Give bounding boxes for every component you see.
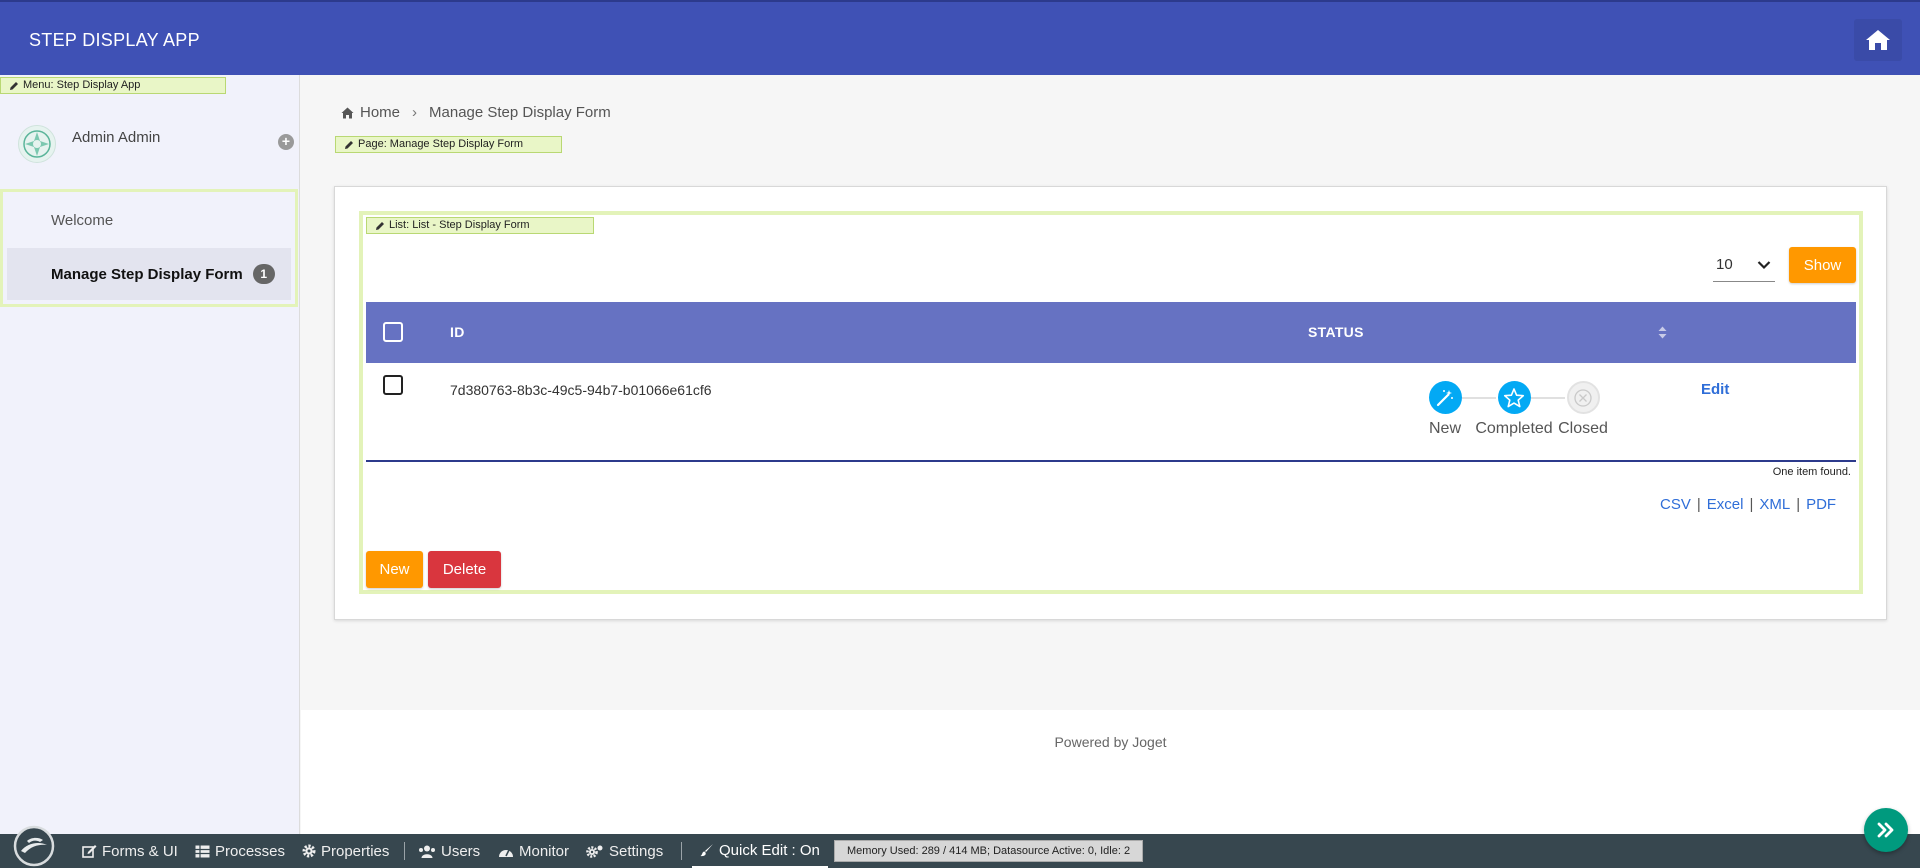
powered-by-text: Powered by Joget xyxy=(1054,734,1167,750)
export-xml-link[interactable]: XML xyxy=(1759,496,1790,513)
home-icon xyxy=(1866,30,1890,50)
status-step-indicator: New Completed Closed xyxy=(1400,381,1630,451)
app-title[interactable]: STEP DISPLAY APP xyxy=(29,30,200,51)
edit-icon xyxy=(82,845,97,858)
user-profile[interactable]: Admin Admin + xyxy=(18,125,294,169)
row-id-cell: 7d380763-8b3c-49c5-94b7-b01066e61cf6 xyxy=(450,382,712,398)
plus-icon[interactable]: + xyxy=(278,134,294,150)
sidebar-menu: Welcome Manage Step Display Form 1 xyxy=(0,189,298,307)
page-size-select[interactable]: 10 xyxy=(1713,248,1775,282)
quick-edit-menu-label: Menu: Step Display App xyxy=(23,79,141,91)
quick-edit-list-tag[interactable]: List: List - Step Display Form xyxy=(366,217,594,234)
admin-bar-label: Forms & UI xyxy=(102,842,178,860)
admin-bar-label: Users xyxy=(441,842,481,860)
user-name: Admin Admin xyxy=(72,129,161,146)
table-icon xyxy=(195,845,210,857)
delete-button[interactable]: Delete xyxy=(428,551,501,588)
breadcrumb-home[interactable]: Home xyxy=(360,104,400,121)
page-footer: Powered by Joget xyxy=(301,710,1920,834)
admin-bar-divider xyxy=(681,842,682,860)
quick-edit-page-label: Page: Manage Step Display Form xyxy=(358,138,524,150)
admin-bar-properties[interactable]: Properties xyxy=(302,834,389,868)
double-chevron-right-icon xyxy=(1877,822,1894,838)
magic-wand-icon xyxy=(1428,381,1462,414)
sidebar-item-label: Manage Step Display Form xyxy=(51,265,243,283)
pencil-icon xyxy=(345,140,353,149)
export-links: CSV | Excel | XML | PDF xyxy=(1660,496,1836,513)
row-checkbox[interactable] xyxy=(383,375,403,395)
quick-edit-label: Quick Edit : On xyxy=(719,841,820,859)
sort-icon[interactable] xyxy=(1658,326,1667,339)
home-icon xyxy=(341,107,354,118)
results-count: One item found. xyxy=(1772,466,1851,478)
show-button[interactable]: Show xyxy=(1789,247,1856,283)
export-separator: | xyxy=(1749,496,1754,513)
page-size-value: 10 xyxy=(1716,256,1733,273)
avatar xyxy=(18,125,56,163)
expand-panel-button[interactable] xyxy=(1864,808,1908,852)
export-csv-link[interactable]: CSV xyxy=(1660,496,1691,513)
home-button[interactable] xyxy=(1854,19,1902,61)
new-button[interactable]: New xyxy=(366,551,423,588)
close-circle-icon xyxy=(1566,381,1600,414)
quick-edit-toggle[interactable]: Quick Edit : On xyxy=(692,834,828,868)
pencil-icon xyxy=(10,81,18,90)
step-closed: Closed xyxy=(1538,381,1628,438)
export-separator: | xyxy=(1796,496,1801,513)
table-header: ID STATUS xyxy=(366,302,1856,363)
chevron-down-icon xyxy=(1757,260,1771,269)
select-all-checkbox[interactable] xyxy=(383,322,403,342)
joget-logo-icon xyxy=(13,825,55,867)
admin-bar-label: Monitor xyxy=(519,842,570,860)
gears-icon xyxy=(586,845,603,858)
table-row: 7d380763-8b3c-49c5-94b7-b01066e61cf6 New xyxy=(366,363,1856,462)
pencil-icon xyxy=(376,221,384,230)
admin-bar-divider xyxy=(404,842,405,860)
admin-bar-processes[interactable]: Processes xyxy=(195,834,285,868)
breadcrumb: Home › Manage Step Display Form xyxy=(341,104,611,121)
admin-bar-label: Settings xyxy=(609,842,664,860)
sidebar-item-manage-step-display-form[interactable]: Manage Step Display Form 1 xyxy=(7,248,291,300)
export-pdf-link[interactable]: PDF xyxy=(1806,496,1836,513)
gear-icon xyxy=(302,844,316,858)
admin-bar-settings[interactable]: Settings xyxy=(586,834,663,868)
breadcrumb-separator: › xyxy=(412,104,418,121)
column-header-status[interactable]: STATUS xyxy=(1308,324,1364,340)
admin-bar-label: Processes xyxy=(215,842,286,860)
paintbrush-icon xyxy=(700,844,713,857)
admin-bar-users[interactable]: Users xyxy=(418,834,480,868)
quick-edit-menu-tag[interactable]: Menu: Step Display App xyxy=(0,77,226,94)
admin-bar: Forms & UI Processes Properties Users Mo xyxy=(0,834,1920,868)
top-header: STEP DISPLAY APP xyxy=(0,0,1920,75)
quick-edit-list-label: List: List - Step Display Form xyxy=(389,219,530,231)
count-badge: 1 xyxy=(252,264,275,284)
breadcrumb-current: Manage Step Display Form xyxy=(429,104,611,121)
column-header-id[interactable]: ID xyxy=(450,324,465,340)
step-label: Closed xyxy=(1558,420,1608,437)
edit-link[interactable]: Edit xyxy=(1701,381,1729,398)
export-excel-link[interactable]: Excel xyxy=(1707,496,1744,513)
memory-status: Memory Used: 289 / 414 MB; Datasource Ac… xyxy=(834,840,1144,862)
joget-logo[interactable] xyxy=(13,825,55,868)
export-separator: | xyxy=(1696,496,1701,513)
dashboard-icon xyxy=(499,849,513,857)
sidebar-item-label: Welcome xyxy=(51,211,114,229)
admin-bar-monitor[interactable]: Monitor xyxy=(498,834,569,868)
sidebar: Menu: Step Display App Admin Admin + Wel… xyxy=(0,75,300,834)
quick-edit-page-tag[interactable]: Page: Manage Step Display Form xyxy=(335,136,562,153)
avatar-pattern-icon xyxy=(23,130,51,158)
sidebar-item-welcome[interactable]: Welcome xyxy=(7,194,291,246)
star-icon xyxy=(1497,381,1531,414)
admin-bar-forms[interactable]: Forms & UI xyxy=(82,834,178,868)
admin-bar-label: Properties xyxy=(321,842,390,860)
users-icon xyxy=(419,845,435,858)
